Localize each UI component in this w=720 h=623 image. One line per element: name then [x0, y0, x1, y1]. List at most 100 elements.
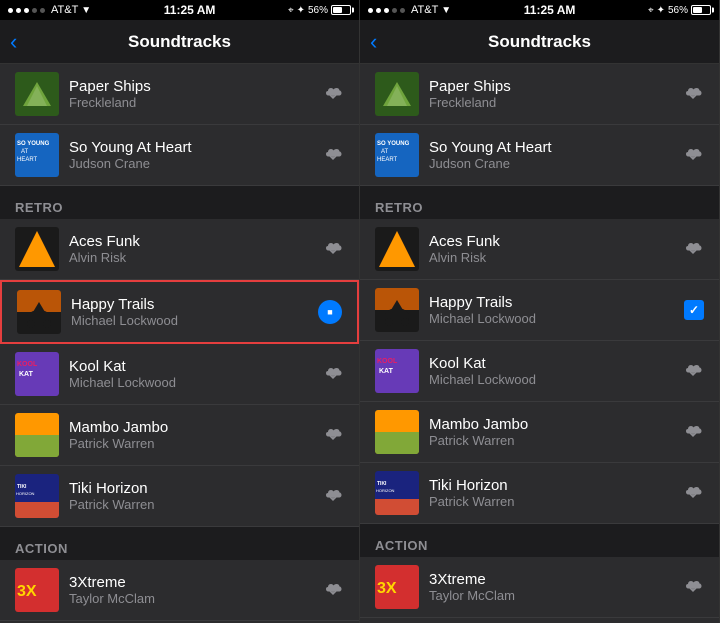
location-icon: ⌖	[648, 5, 654, 16]
signal-dot-5	[400, 8, 405, 13]
track-name: So Young At Heart	[69, 139, 312, 156]
signal-dot-1	[368, 8, 373, 13]
track-item[interactable]: Aces Funk Alvin Risk	[360, 219, 719, 280]
track-action[interactable]	[682, 577, 704, 598]
section-header-action: ACTION	[360, 532, 719, 557]
track-item[interactable]: KOOLKAT Kool Kat Michael Lockwood	[360, 341, 719, 402]
track-item[interactable]: KOOLKAT Kool Kat Michael Lockwood	[0, 344, 359, 405]
track-artist: Michael Lockwood	[429, 372, 672, 387]
track-name: 3Xtreme	[429, 571, 672, 588]
svg-text:KOOL: KOOL	[377, 358, 398, 365]
track-artist: Michael Lockwood	[429, 311, 674, 326]
signal-dot-2	[376, 8, 381, 13]
bluetooth-icon: ✦	[657, 5, 665, 16]
wifi-icon: ▼	[441, 5, 451, 16]
track-action[interactable]	[322, 145, 344, 166]
checkmark-icon: ✓	[684, 300, 704, 320]
back-button[interactable]: ‹	[10, 29, 17, 55]
track-action[interactable]	[322, 239, 344, 260]
track-action[interactable]	[682, 84, 704, 105]
album-art: KOOLKAT	[375, 349, 419, 393]
status-right: ⌖ ✦ 56%	[288, 5, 351, 16]
track-artist: Freckleland	[429, 95, 672, 110]
track-info: Aces Funk Alvin Risk	[69, 233, 312, 265]
track-name: So Young At Heart	[429, 139, 672, 156]
album-art: SO YOUNGATHEART	[375, 133, 419, 177]
track-action[interactable]	[322, 364, 344, 385]
track-action[interactable]	[682, 361, 704, 382]
track-item[interactable]: 3X 3Xtreme Taylor McClam	[360, 557, 719, 618]
album-art: TIKIHORIZON	[375, 471, 419, 515]
section-header-retro: RETRO	[360, 194, 719, 219]
album-art	[15, 72, 59, 116]
track-name: Tiki Horizon	[69, 480, 312, 497]
track-item[interactable]: SO YOUNGATHEART So Young At Heart Judson…	[360, 125, 719, 186]
nav-title: Soundtracks	[128, 32, 231, 52]
track-item[interactable]: Mambo Jambo Patrick Warren	[360, 402, 719, 463]
track-action[interactable]	[682, 145, 704, 166]
track-artist: Judson Crane	[69, 156, 312, 171]
carrier-label: AT&T	[51, 4, 78, 16]
track-name: 3Xtreme	[69, 574, 312, 591]
nav-bar: ‹ Soundtracks	[0, 20, 359, 64]
track-name: Aces Funk	[69, 233, 312, 250]
track-name: Mambo Jambo	[429, 416, 672, 433]
track-artist: Patrick Warren	[69, 436, 312, 451]
signal-dot-1	[8, 8, 13, 13]
track-item[interactable]: Aces Funk Alvin Risk	[0, 219, 359, 280]
track-item[interactable]: TIKIHORIZON Tiki Horizon Patrick Warren	[360, 463, 719, 524]
track-info: Mambo Jambo Patrick Warren	[69, 419, 312, 451]
track-action[interactable]	[322, 580, 344, 601]
back-button[interactable]: ‹	[370, 29, 377, 55]
track-name: Happy Trails	[71, 296, 308, 313]
track-name: Paper Ships	[429, 78, 672, 95]
signal-dot-4	[32, 8, 37, 13]
track-item[interactable]: In It to Win	[360, 618, 719, 623]
battery-icon	[331, 5, 351, 15]
section-spacer	[0, 186, 359, 194]
carrier-label: AT&T	[411, 4, 438, 16]
album-art	[15, 227, 59, 271]
svg-text:SO YOUNG: SO YOUNG	[377, 141, 410, 147]
track-artist: Judson Crane	[429, 156, 672, 171]
album-art	[375, 410, 419, 454]
track-name: Kool Kat	[69, 358, 312, 375]
track-action[interactable]	[322, 425, 344, 446]
section-spacer	[360, 524, 719, 532]
album-art: SO YOUNGATHEART	[15, 133, 59, 177]
track-info: Tiki Horizon Patrick Warren	[429, 477, 672, 509]
track-item[interactable]: 3X 3Xtreme Taylor McClam	[0, 560, 359, 621]
track-info: Paper Ships Freckleland	[69, 78, 312, 110]
playing-icon[interactable]	[318, 300, 342, 324]
track-artist: Patrick Warren	[429, 494, 672, 509]
track-action[interactable]	[322, 486, 344, 507]
track-action[interactable]	[682, 422, 704, 443]
svg-text:HORIZON: HORIZON	[16, 491, 35, 496]
album-art	[375, 288, 419, 332]
signal-dot-3	[24, 8, 29, 13]
track-info: Happy Trails Michael Lockwood	[429, 294, 674, 326]
album-art: TIKIHORIZON	[15, 474, 59, 518]
svg-text:TIKI: TIKI	[17, 484, 27, 490]
section-spacer	[360, 186, 719, 194]
track-item[interactable]: Happy Trails Michael Lockwood ✓	[360, 280, 719, 341]
track-info: 3Xtreme Taylor McClam	[69, 574, 312, 606]
track-info: So Young At Heart Judson Crane	[429, 139, 672, 171]
wifi-icon: ▼	[81, 5, 91, 16]
track-action[interactable]	[318, 300, 342, 324]
track-action[interactable]: ✓	[684, 300, 704, 320]
track-item[interactable]: Paper Ships Freckleland	[360, 64, 719, 125]
track-action[interactable]	[682, 239, 704, 260]
track-item[interactable]: TIKIHORIZON Tiki Horizon Patrick Warren	[0, 466, 359, 527]
location-icon: ⌖	[288, 5, 294, 16]
track-action[interactable]	[322, 84, 344, 105]
track-item[interactable]: SO YOUNGATHEART So Young At Heart Judson…	[0, 125, 359, 186]
track-name: Tiki Horizon	[429, 477, 672, 494]
track-action[interactable]	[682, 483, 704, 504]
track-item[interactable]: Mambo Jambo Patrick Warren	[0, 405, 359, 466]
battery-percent: 56%	[668, 5, 688, 16]
track-item[interactable]: Happy Trails Michael Lockwood	[0, 280, 359, 344]
track-artist: Taylor McClam	[429, 588, 672, 603]
track-info: Tiki Horizon Patrick Warren	[69, 480, 312, 512]
track-item[interactable]: Paper Ships Freckleland	[0, 64, 359, 125]
